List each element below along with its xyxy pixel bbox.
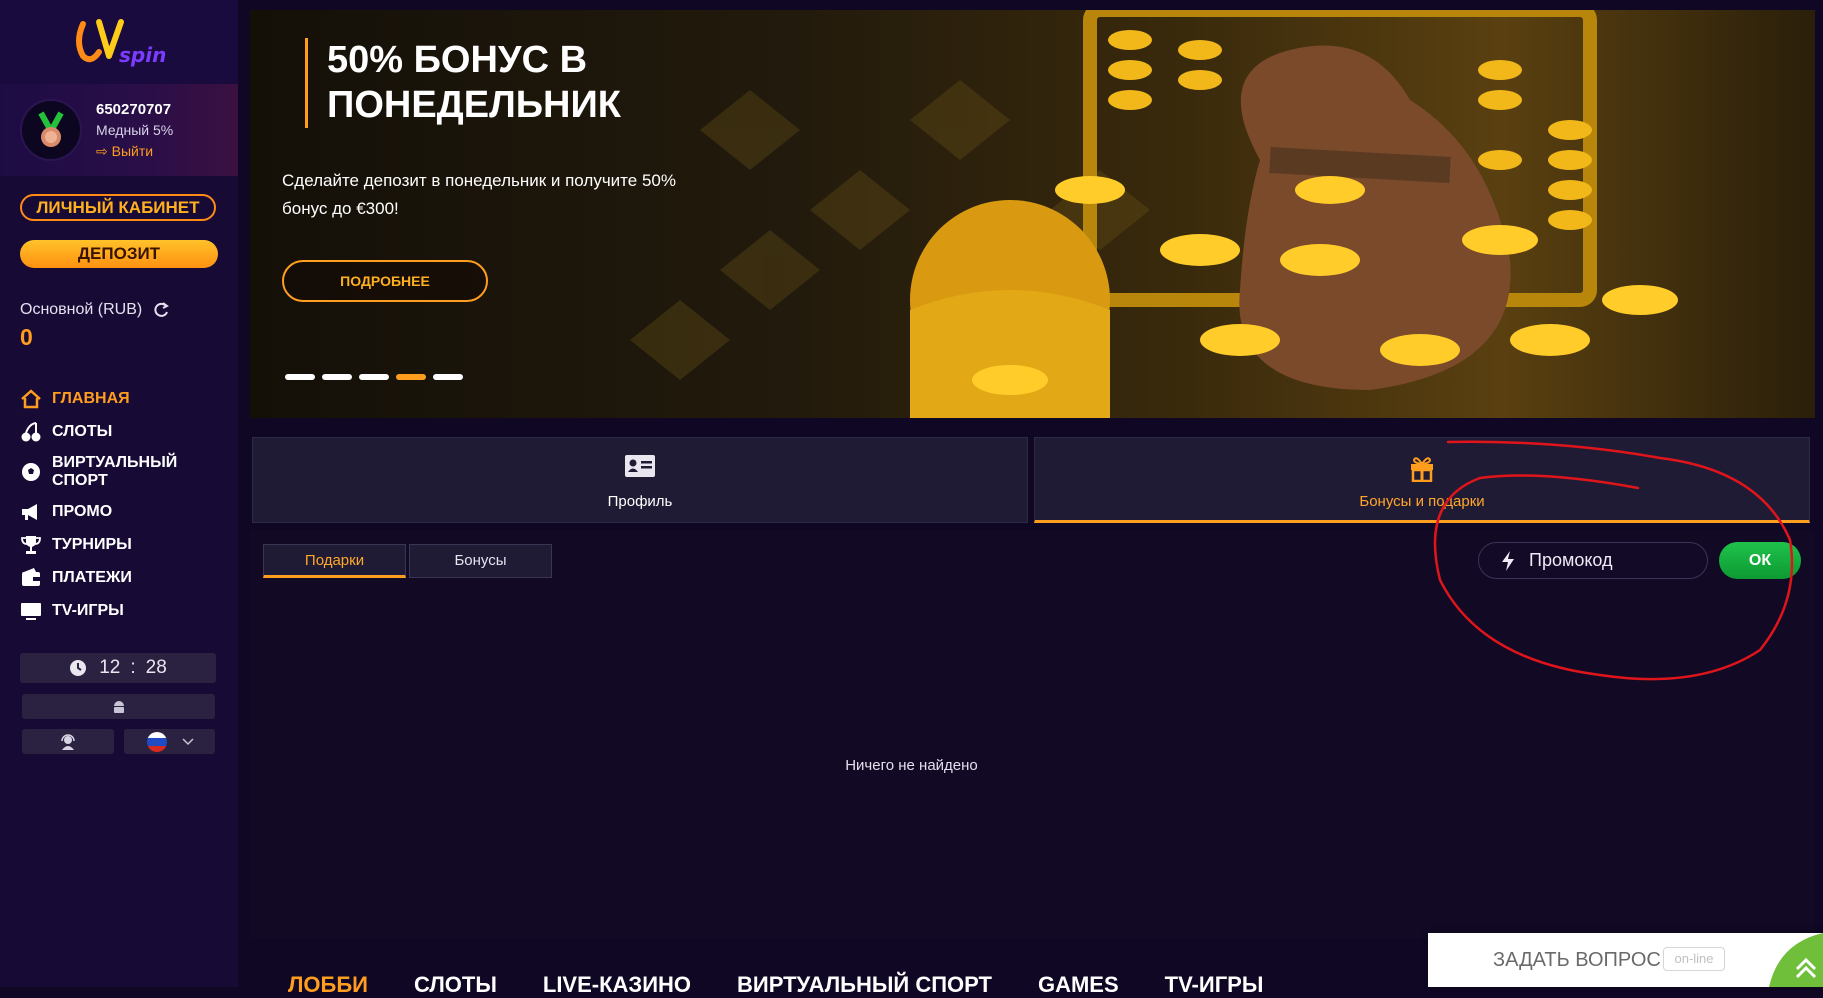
rank-medal-icon [38,111,64,147]
clock-hours: 12 [99,657,121,678]
nav-item-tv-games[interactable]: TV-ИГРЫ [20,600,230,622]
id-card-icon [625,455,655,477]
banner-details-button[interactable]: ПОДРОБНЕЕ [282,260,488,302]
wallet-icon [22,568,40,586]
personal-cabinet-button[interactable]: ЛИЧНЫЙ КАБИНЕТ [20,194,216,221]
user-id: 650270707 [96,100,172,118]
support-button[interactable] [22,729,114,754]
chevron-up-icon[interactable] [1769,933,1823,987]
nav-label-tournaments: ТУРНИРЫ [52,536,132,553]
tab-bonuses-gifts-label: Бонусы и подарки [1359,493,1485,510]
carousel-dot[interactable] [322,374,352,380]
refresh-icon[interactable] [152,301,170,319]
lightning-icon [1502,550,1514,571]
user-card: 650270707 Медный 5% ⇨ Выйти [0,84,238,176]
avatar[interactable] [20,99,82,161]
bottom-nav-games[interactable]: GAMES [1038,972,1119,998]
logout-link[interactable]: ⇨ Выйти [96,141,173,162]
promo-code-input[interactable]: Промокод [1478,542,1708,579]
carousel-dot[interactable] [285,374,315,380]
logo-text: spin [119,43,166,67]
nav-item-payments[interactable]: ПЛАТЕЖИ [20,567,230,589]
language-selector[interactable] [124,729,215,754]
chat-label: ЗАДАТЬ ВОПРОС [1493,949,1661,971]
clock-separator: : [130,657,136,678]
tab-profile[interactable]: Профиль [252,437,1028,523]
nav-item-home[interactable]: ГЛАВНАЯ [20,388,230,410]
chat-status-badge: on-line [1663,947,1725,971]
banner-title: 50% БОНУС В ПОНЕДЕЛЬНИК [305,38,621,128]
subtab-bonuses[interactable]: Бонусы [409,544,552,578]
clock-minutes: 28 [145,657,167,678]
nav-label-payments: ПЛАТЕЖИ [52,569,132,586]
banner-title-line-1: 50% БОНУС В [327,39,588,81]
chevron-down-icon [181,737,194,745]
user-level: Медный 5% [96,121,174,138]
nav-item-virtual-sport[interactable]: ВИРТУАЛЬНЫЙ СПОРТ [20,454,230,490]
nav-label-home: ГЛАВНАЯ [52,390,130,407]
empty-state-message: Ничего не найдено [845,757,978,774]
russia-flag-icon [146,731,167,752]
logo-icon: spin [76,19,166,67]
promo-ok-button[interactable]: ОК [1719,542,1801,579]
android-icon [113,700,124,713]
nav-label-slots: СЛОТЫ [52,423,113,440]
carousel-dot[interactable] [433,374,463,380]
logout-label: Выйти [111,142,154,159]
logout-icon: ⇨ [96,142,108,159]
bottom-nav-live-casino[interactable]: LIVE-КАЗИНО [543,972,691,998]
clock-icon [70,660,87,676]
logo[interactable]: spin [0,0,238,84]
ask-question-widget[interactable]: ЗАДАТЬ ВОПРОС on-line [1428,933,1823,987]
banner-text: Сделайте депозит в понедельник и получит… [282,171,676,218]
megaphone-icon [22,504,37,520]
android-app-button[interactable] [22,694,215,719]
clock: 12 : 28 [20,653,216,683]
trophy-icon [21,536,41,554]
soccer-ball-icon [22,463,40,481]
sidebar: spin 650270707 Медный 5% ⇨ Выйти ЛИЧНЫЙ … [0,0,238,987]
nav-item-tournaments[interactable]: ТУРНИРЫ [20,534,230,556]
main-nav: ГЛАВНАЯ СЛОТЫ ВИРТУАЛЬНЫЙ СПОРТ ПРОМО ТУ… [20,388,230,633]
nav-item-promo[interactable]: ПРОМО [20,501,230,523]
promo-code-placeholder: Промокод [1529,550,1613,570]
bottom-nav-virtual-sport[interactable]: ВИРТУАЛЬНЫЙ СПОРТ [737,972,992,998]
nav-item-slots[interactable]: СЛОТЫ [20,421,230,443]
nav-label-virtual-sport: ВИРТУАЛЬНЫЙ СПОРТ [52,454,178,489]
gift-icon [1411,457,1433,482]
balance-value: 0 [20,324,33,350]
bottom-nav-tv-games[interactable]: TV-ИГРЫ [1165,972,1264,998]
cherries-icon [21,422,41,442]
bottom-nav-slots[interactable]: СЛОТЫ [414,972,497,998]
home-icon [21,389,41,409]
content-panel [250,530,1815,938]
promo-banner[interactable]: 50% БОНУС В ПОНЕДЕЛЬНИК Сделайте депозит… [250,10,1815,418]
user-info: 650270707 Медный 5% ⇨ Выйти [96,99,173,162]
nav-label-promo: ПРОМО [52,503,113,520]
tab-bonuses-gifts[interactable]: Бонусы и подарки [1034,437,1810,523]
carousel-dots [285,374,463,380]
tab-profile-label: Профиль [607,493,673,510]
carousel-dot-active[interactable] [396,374,426,380]
support-agent-icon [61,733,75,750]
deposit-button[interactable]: ДЕПОЗИТ [20,240,218,268]
carousel-dot[interactable] [359,374,389,380]
banner-title-line-2: ПОНЕДЕЛЬНИК [327,84,621,126]
tv-icon [21,603,41,620]
nav-label-tv-games: TV-ИГРЫ [52,602,124,619]
bottom-nav: ЛОББИ СЛОТЫ LIVE-КАЗИНО ВИРТУАЛЬНЫЙ СПОР… [288,972,1263,998]
subtab-gifts[interactable]: Подарки [263,544,406,578]
bottom-nav-lobby[interactable]: ЛОББИ [288,972,368,998]
balance-label: Основной (RUB) [20,301,143,318]
